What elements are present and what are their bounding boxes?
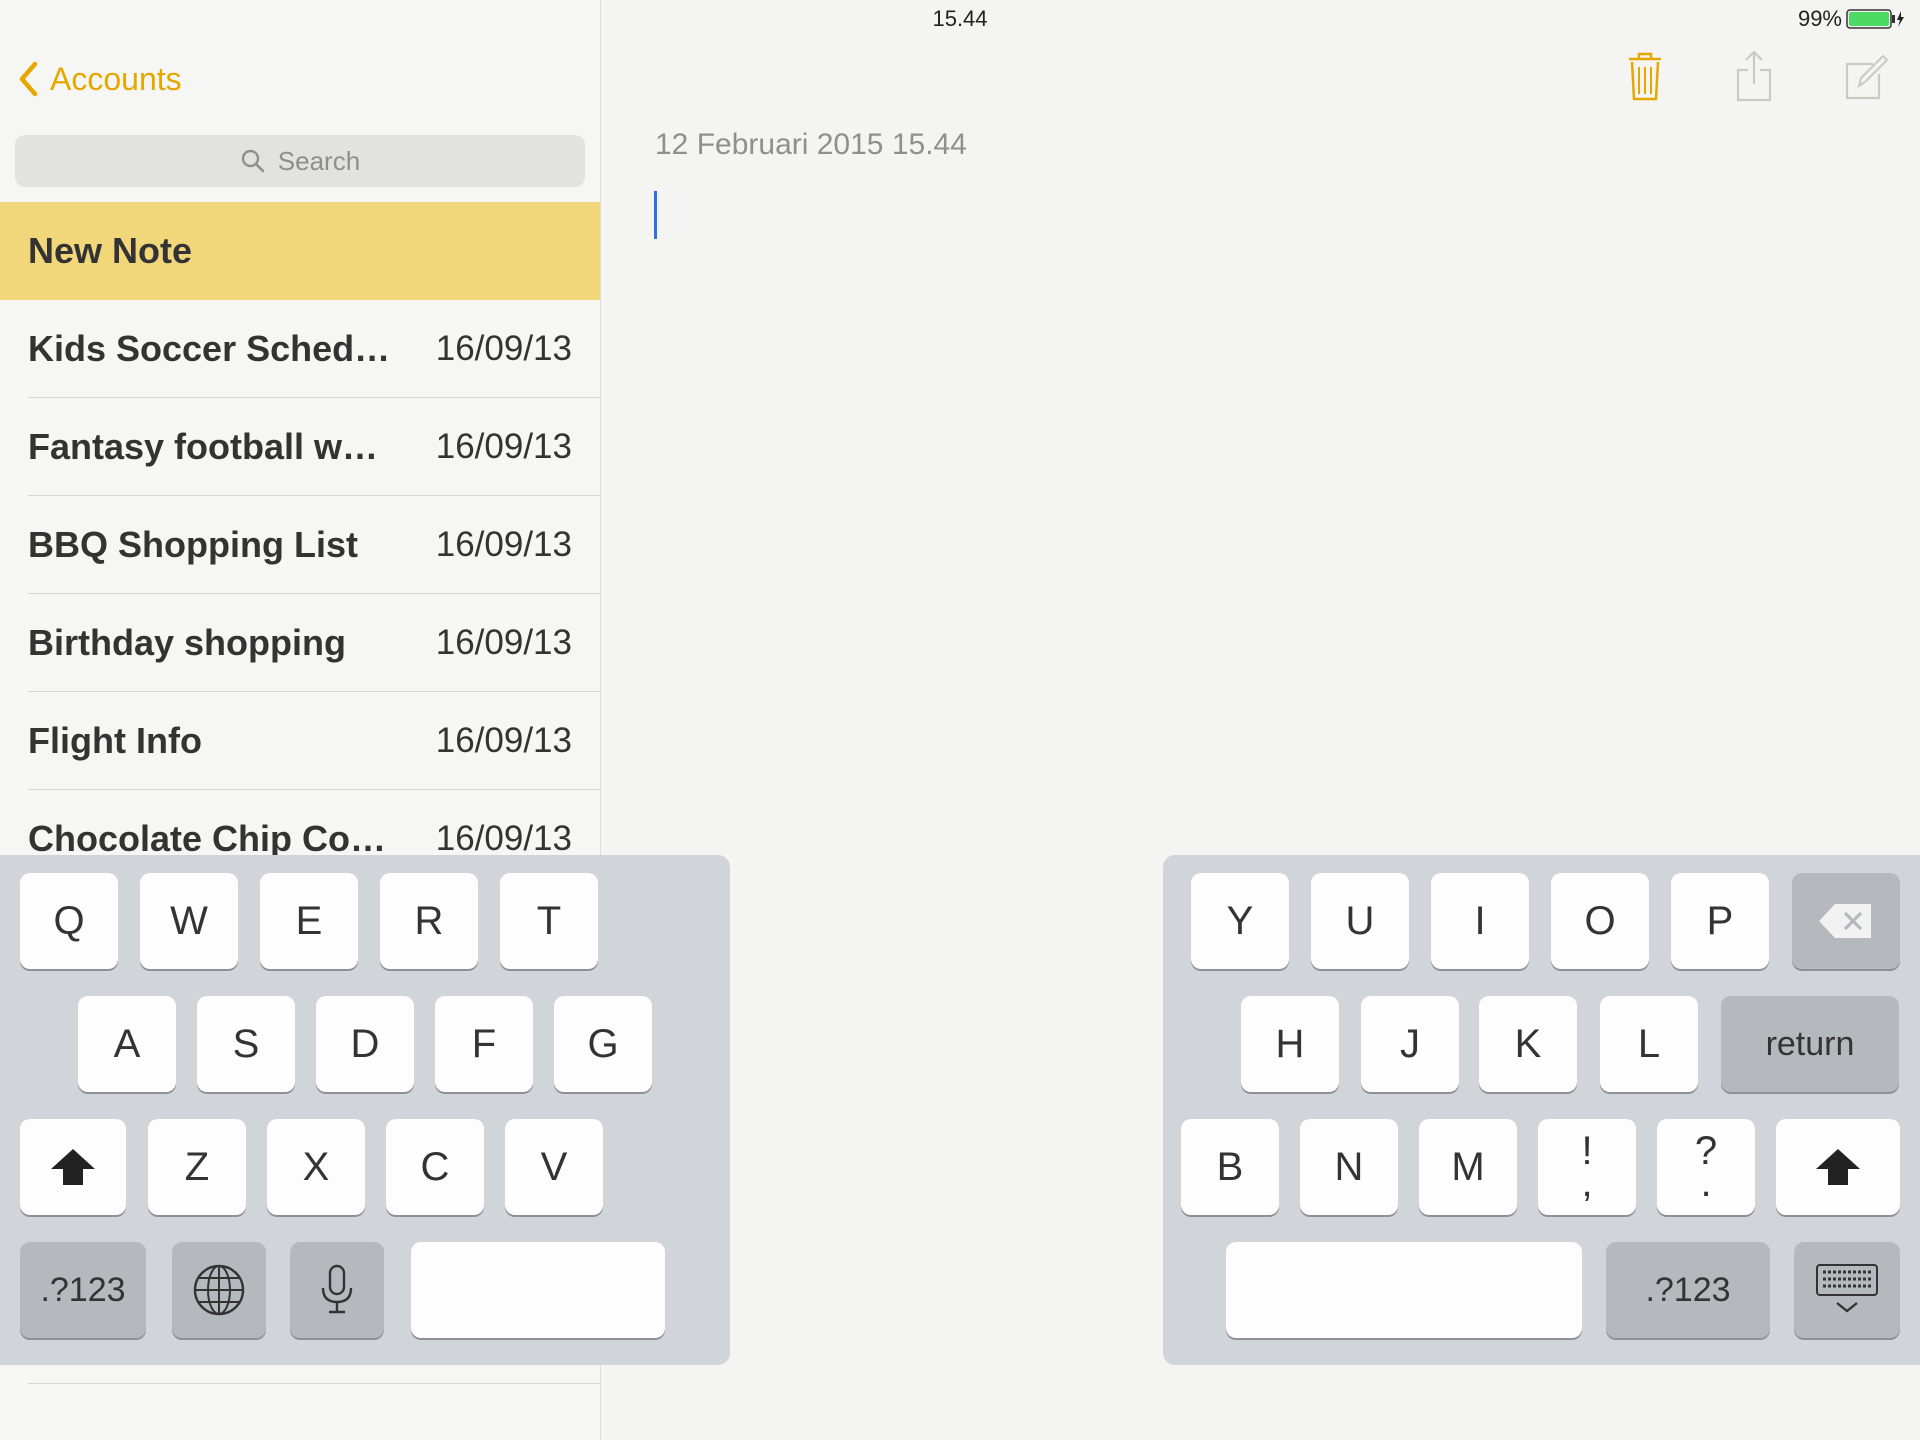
key-r[interactable]: R xyxy=(380,873,478,969)
key-i[interactable]: I xyxy=(1431,873,1529,969)
globe-key[interactable] xyxy=(172,1242,266,1338)
key-b[interactable]: B xyxy=(1181,1119,1279,1215)
note-item[interactable]: New Note xyxy=(0,202,600,300)
key-x[interactable]: X xyxy=(267,1119,365,1215)
microphone-icon xyxy=(321,1264,353,1314)
key-v[interactable]: V xyxy=(505,1119,603,1215)
key-d[interactable]: D xyxy=(316,996,414,1092)
key-p[interactable]: P xyxy=(1671,873,1769,969)
back-label: Accounts xyxy=(50,60,182,97)
keyboard-left-half: Q W E R T A S D F G Z X C V .?123 xyxy=(0,855,730,1365)
note-title: Chocolate Chip Co… xyxy=(28,818,386,859)
key-o[interactable]: O xyxy=(1551,873,1649,969)
note-timestamp: 12 Februari 2015 15.44 xyxy=(655,128,967,161)
note-title: Birthday shopping xyxy=(28,622,346,663)
key-y[interactable]: Y xyxy=(1191,873,1289,969)
keyboard-right-half: Y U I O P H J K L return B N M ! , ? . .… xyxy=(1163,855,1920,1365)
space-bar-left[interactable] xyxy=(411,1242,665,1338)
search-placeholder: Search xyxy=(277,145,361,176)
note-title: New Note xyxy=(28,230,193,271)
key-g[interactable]: G xyxy=(554,996,652,1092)
key-bottom-char: , xyxy=(1581,1161,1593,1205)
key-exclaim-comma[interactable]: ! , xyxy=(1538,1119,1636,1215)
note-date: 16/09/13 xyxy=(435,721,572,760)
battery-percent: 99% xyxy=(1797,6,1842,31)
list-divider xyxy=(28,1383,600,1384)
key-w[interactable]: W xyxy=(140,873,238,969)
note-date: 16/09/13 xyxy=(435,525,572,564)
dictation-key[interactable] xyxy=(290,1242,384,1338)
key-k[interactable]: K xyxy=(1479,996,1577,1092)
trash-icon[interactable] xyxy=(1625,50,1665,102)
backspace-icon xyxy=(1819,904,1871,938)
key-l[interactable]: L xyxy=(1600,996,1698,1092)
shift-arrow-icon xyxy=(51,1149,95,1185)
note-date: 16/09/13 xyxy=(435,329,572,368)
key-q[interactable]: Q xyxy=(20,873,118,969)
numbers-key-label: .?123 xyxy=(40,1270,126,1309)
key-a[interactable]: A xyxy=(78,996,176,1092)
note-item[interactable]: Flight Info 16/09/13 xyxy=(0,692,600,790)
key-j[interactable]: J xyxy=(1361,996,1459,1092)
chevron-left-icon xyxy=(19,61,38,97)
shift-key-right[interactable] xyxy=(1776,1119,1900,1215)
key-z[interactable]: Z xyxy=(148,1119,246,1215)
key-n[interactable]: N xyxy=(1300,1119,1398,1215)
note-item[interactable]: BBQ Shopping List 16/09/13 xyxy=(0,496,600,594)
globe-icon xyxy=(193,1264,245,1316)
numbers-key-left[interactable]: .?123 xyxy=(20,1242,146,1338)
shift-arrow-icon xyxy=(1816,1149,1860,1185)
key-e[interactable]: E xyxy=(260,873,358,969)
battery-charging-icon xyxy=(1846,9,1904,29)
key-c[interactable]: C xyxy=(386,1119,484,1215)
numbers-key-right[interactable]: .?123 xyxy=(1606,1242,1770,1338)
numbers-key-label: .?123 xyxy=(1645,1270,1731,1309)
key-question-period[interactable]: ? . xyxy=(1657,1119,1755,1215)
key-s[interactable]: S xyxy=(197,996,295,1092)
note-date: 16/09/13 xyxy=(435,819,572,858)
note-item[interactable]: Fantasy football w… 16/09/13 xyxy=(0,398,600,496)
note-item[interactable]: Birthday shopping 16/09/13 xyxy=(0,594,600,692)
text-cursor[interactable] xyxy=(654,191,657,239)
search-icon xyxy=(241,149,265,173)
compose-icon[interactable] xyxy=(1843,50,1889,102)
notes-list: New Note Kids Soccer Sched… 16/09/13 Fan… xyxy=(0,202,600,888)
key-f[interactable]: F xyxy=(435,996,533,1092)
key-u[interactable]: U xyxy=(1311,873,1409,969)
note-date: 16/09/13 xyxy=(435,427,572,466)
return-key-label: return xyxy=(1765,1024,1855,1063)
key-h[interactable]: H xyxy=(1241,996,1339,1092)
key-m[interactable]: M xyxy=(1419,1119,1517,1215)
note-item[interactable]: Kids Soccer Sched… 16/09/13 xyxy=(0,300,600,398)
note-title: BBQ Shopping List xyxy=(28,524,358,565)
key-bottom-char: . xyxy=(1700,1161,1712,1205)
shift-key[interactable] xyxy=(20,1119,126,1215)
note-title: Kids Soccer Sched… xyxy=(28,328,391,369)
share-icon[interactable] xyxy=(1734,50,1774,102)
hide-keyboard-key[interactable] xyxy=(1794,1242,1900,1338)
key-t[interactable]: T xyxy=(500,873,598,969)
accounts-back-button[interactable]: Accounts xyxy=(18,58,182,100)
search-field[interactable]: Search xyxy=(15,135,585,187)
space-bar-right[interactable] xyxy=(1226,1242,1582,1338)
delete-key[interactable] xyxy=(1792,873,1900,969)
return-key[interactable]: return xyxy=(1721,996,1899,1092)
keyboard-dismiss-icon xyxy=(1816,1264,1878,1313)
note-date: 16/09/13 xyxy=(435,623,572,662)
note-title: Flight Info xyxy=(28,720,202,761)
note-title: Fantasy football w… xyxy=(28,426,379,467)
